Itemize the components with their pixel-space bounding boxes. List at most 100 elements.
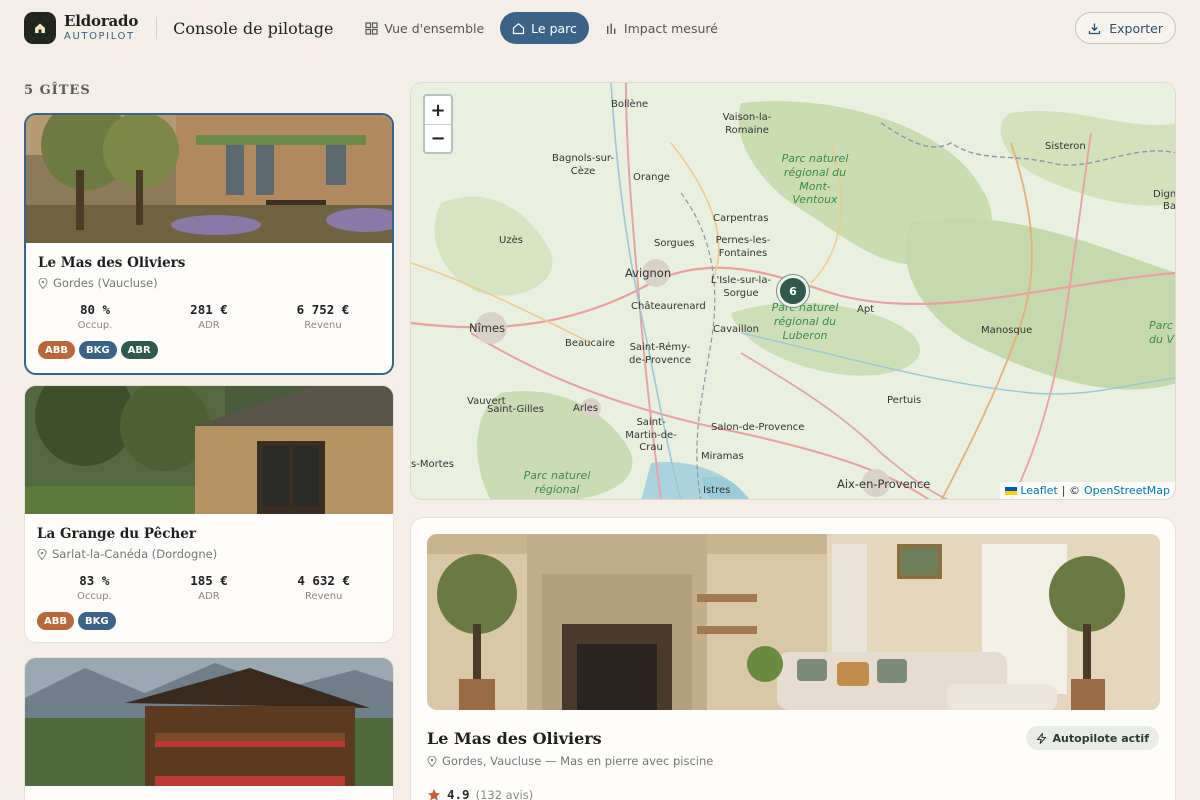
map-label-mortes: s-Mortes xyxy=(411,459,454,470)
tab-fleet-label: Le parc xyxy=(531,20,577,36)
attribution-separator: | © xyxy=(1061,484,1080,497)
map-label-saint-gilles: Saint-Gilles xyxy=(487,404,544,415)
detail-location-text: Gordes, Vaucluse — Mas en pierre avec pi… xyxy=(442,754,714,768)
map-label-apt: Apt xyxy=(857,304,875,315)
map-label-isle: L'Isle-sur-la-Sorgue xyxy=(710,275,772,299)
metric-value: 80 % xyxy=(79,302,111,317)
grange-photo-image xyxy=(25,386,393,514)
metric-adr: 281 € ADR xyxy=(152,302,266,331)
location-pin-icon xyxy=(427,755,437,767)
map-label-manosque: Manosque xyxy=(981,325,1033,336)
metric-value: 4 632 € xyxy=(297,573,351,588)
metric-value: 281 € xyxy=(190,302,228,317)
gite-location: Gordes (Vaucluse) xyxy=(38,276,380,290)
gite-metrics: 80 % Occup. 281 € ADR 6 752 € Revenu xyxy=(38,302,380,331)
home-icon xyxy=(513,22,525,34)
metric-label: Occup. xyxy=(76,591,112,602)
rating-value: 4.9 xyxy=(447,787,470,800)
map-cluster-marker[interactable]: 6 xyxy=(777,275,809,307)
map-label-avignon: Avignon xyxy=(625,266,672,280)
autopilot-status-badge[interactable]: Autopilote actif xyxy=(1025,726,1159,750)
osm-link[interactable]: OpenStreetMap xyxy=(1084,484,1170,497)
gite-card-mas-oliviers[interactable]: Le Mas des Oliviers Gordes (Vaucluse) 80… xyxy=(24,113,394,375)
zoom-control: + − xyxy=(423,94,453,154)
star-icon xyxy=(428,788,440,800)
review-count: (132 avis) xyxy=(475,787,534,800)
map-label-miramas: Miramas xyxy=(701,451,744,462)
map-label-orange: Orange xyxy=(633,172,670,183)
map[interactable]: + − Bollène Vaison-la-Romaine Sisteron B… xyxy=(410,82,1176,500)
gite-photo xyxy=(25,386,393,514)
map-label-salon: Salon-de-Provence xyxy=(711,422,805,433)
header-divider xyxy=(156,17,158,39)
map-label-parc-edge: Parc du V xyxy=(1149,319,1174,346)
gite-metrics: 83 % Occup. 185 € ADR 4 632 € Revenu xyxy=(37,573,381,602)
detail-photo xyxy=(427,534,1160,710)
gite-photo xyxy=(26,115,392,243)
gite-card-grange-pecher[interactable]: La Grange du Pêcher Sarlat-la-Canéda (Do… xyxy=(24,385,394,643)
metric-adr: 185 € ADR xyxy=(152,573,267,602)
gite-location: Sarlat-la-Canéda (Dordogne) xyxy=(37,547,381,561)
top-header: Eldorado AUTOPILOT Console de pilotage V… xyxy=(0,0,1200,56)
map-label-pnr-ventoux: Parc naturel régional du Mont-Ventoux xyxy=(781,152,849,207)
brand-name: Eldorado xyxy=(64,12,139,30)
autopilot-label: Autopilote actif xyxy=(1052,731,1149,745)
export-button[interactable]: Exporter xyxy=(1075,12,1176,44)
map-label-bagnols: Bagnols-sur-Cèze xyxy=(551,153,615,177)
map-label-vaison: Vaison-la-Romaine xyxy=(722,112,772,136)
map-label-istres: Istres xyxy=(703,485,731,496)
metric-value: 6 752 € xyxy=(296,302,350,317)
metric-occupancy: 80 % Occup. xyxy=(38,302,152,331)
interior-photo-image xyxy=(427,534,1160,710)
detail-title: Le Mas des Oliviers xyxy=(427,729,602,748)
map-label-digne: Digne xyxy=(1153,189,1176,200)
location-pin-icon xyxy=(37,548,47,560)
map-label-pertuis: Pertuis xyxy=(887,395,922,406)
map-label-nimes: Nîmes xyxy=(469,321,506,335)
zoom-out-button[interactable]: − xyxy=(425,124,451,152)
map-label-cavaillon: Cavaillon xyxy=(713,324,759,335)
map-label-saint-martin: Saint-Martin-de-Crau xyxy=(625,417,677,453)
badge-abr: ABR xyxy=(120,341,158,359)
map-label-carpentras: Carpentras xyxy=(713,213,769,224)
badge-abb: ABB xyxy=(37,612,74,630)
lightning-icon xyxy=(1035,732,1047,744)
metric-label: Occup. xyxy=(77,320,113,331)
zoom-in-button[interactable]: + xyxy=(425,96,451,124)
chalet-photo-image xyxy=(25,658,393,786)
tab-fleet[interactable]: Le parc xyxy=(500,12,589,44)
map-label-chateaurenard: Châteaurenard xyxy=(631,301,706,312)
metric-revenue: 6 752 € Revenu xyxy=(266,302,380,331)
map-attribution: Leaflet | © OpenStreetMap xyxy=(1000,482,1175,499)
gite-location-text: Sarlat-la-Canéda (Dordogne) xyxy=(52,547,218,561)
tab-impact-label: Impact mesuré xyxy=(623,20,718,36)
metric-label: Revenu xyxy=(304,591,343,602)
mas-photo-image xyxy=(26,115,392,243)
location-pin-icon xyxy=(38,277,48,289)
metric-label: ADR xyxy=(198,591,220,602)
map-label-sorgues: Sorgues xyxy=(654,238,695,249)
gite-detail-panel: Le Mas des Oliviers Autopilote actif Gor… xyxy=(410,517,1176,800)
metric-label: Revenu xyxy=(304,320,342,331)
download-icon xyxy=(1089,23,1101,34)
page-title: Console de pilotage xyxy=(173,18,334,38)
map-label-saint-remy: Saint-Rémy-de-Provence xyxy=(628,342,692,366)
badge-bkg: BKG xyxy=(77,612,116,630)
gite-card-chalet[interactable] xyxy=(24,657,394,800)
channel-badges: ABB BKG xyxy=(37,612,381,630)
tab-overview[interactable]: Vue d'ensemble xyxy=(353,12,496,44)
channel-badges: ABB BKG ABR xyxy=(38,341,380,359)
detail-rating: 4.9 (132 avis) xyxy=(427,787,533,800)
gite-photo xyxy=(25,658,393,786)
leaflet-link[interactable]: Leaflet xyxy=(1020,484,1057,497)
map-label-pnr-luberon: Parc naturel régional du Luberon xyxy=(771,301,839,342)
home-logo-icon xyxy=(35,23,45,33)
map-label-aix: Aix-en-Provence xyxy=(837,477,931,491)
tab-impact[interactable]: Impact mesuré xyxy=(593,12,730,44)
logo[interactable] xyxy=(24,12,56,44)
map-label-pernes: Pernes-les-Fontaines xyxy=(715,235,771,259)
map-label-arles: Arles xyxy=(573,403,599,414)
tab-overview-label: Vue d'ensemble xyxy=(384,20,485,36)
metric-label: ADR xyxy=(198,320,220,331)
map-label-beaucaire: Beaucaire xyxy=(565,338,615,349)
